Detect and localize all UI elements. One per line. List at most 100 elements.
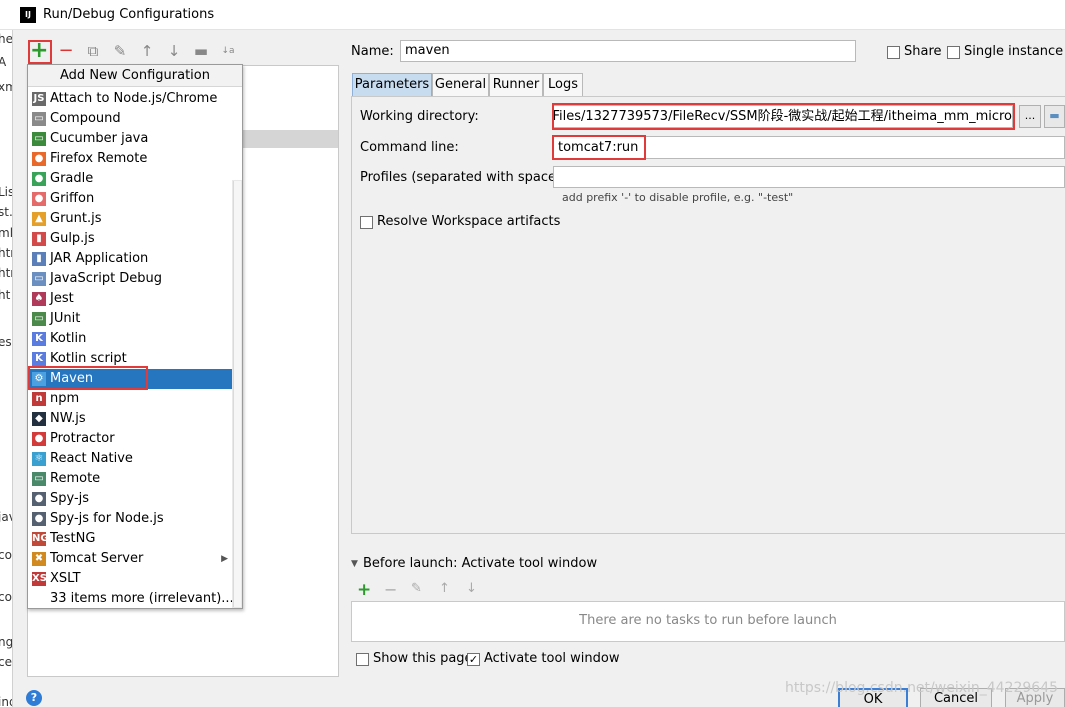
before-launch-task-list[interactable]: There are no tasks to run before launch: [351, 601, 1065, 642]
popup-item-label: Kotlin: [50, 331, 87, 346]
popup-item-firefox-remote[interactable]: ● Firefox Remote: [28, 149, 232, 169]
config-type-icon: NG: [32, 532, 49, 546]
popup-item-label: Gulp.js: [50, 231, 95, 246]
strip-text-fragment: hei: [0, 32, 13, 46]
name-input[interactable]: maven: [400, 40, 856, 62]
strip-text-fragment: eso: [0, 335, 12, 349]
task-down-icon[interactable]: ↓: [466, 581, 477, 596]
working-directory-highlight-box: [552, 103, 1015, 130]
popup-item-grunt-js[interactable]: ▲ Grunt.js: [28, 209, 232, 229]
popup-item-label: TestNG: [50, 531, 96, 546]
show-page-checkbox[interactable]: [356, 653, 369, 666]
config-type-icon: ▭: [32, 472, 46, 486]
profiles-input[interactable]: [553, 166, 1065, 188]
collapse-arrow-icon[interactable]: ▼: [351, 559, 358, 569]
popup-item-jar-application[interactable]: ▮ JAR Application: [28, 249, 232, 269]
config-type-icon: ▲: [32, 212, 46, 226]
config-type-icon: ●: [32, 492, 46, 506]
edit-task-icon[interactable]: ✎: [411, 581, 422, 596]
add-task-icon[interactable]: +: [357, 580, 371, 600]
popup-item-nw-js[interactable]: ◆ NW.js: [28, 409, 232, 429]
activate-tool-checkbox[interactable]: ✓: [467, 653, 480, 666]
config-type-icon: ●: [32, 512, 46, 526]
popup-item-gradle[interactable]: ● Gradle: [28, 169, 232, 189]
popup-item-spy-js-for-node-js[interactable]: ● Spy-js for Node.js: [28, 509, 232, 529]
config-type-icon: ◆: [32, 412, 46, 426]
tab-logs[interactable]: Logs: [543, 73, 583, 96]
help-icon[interactable]: ?: [26, 690, 42, 706]
strip-text-fragment: htm: [0, 266, 12, 280]
add-configuration-button[interactable]: +: [28, 40, 52, 64]
task-up-icon[interactable]: ↑: [439, 581, 450, 596]
copy-icon[interactable]: ⧉: [83, 41, 103, 61]
popup-item-protractor[interactable]: ● Protractor: [28, 429, 232, 449]
single-instance-checkbox[interactable]: [947, 46, 960, 59]
popup-item-griffon[interactable]: ● Griffon: [28, 189, 232, 209]
popup-item-label: JAR Application: [50, 251, 149, 266]
popup-item-label: Jest: [50, 291, 74, 306]
config-type-icon: ▭: [32, 272, 46, 286]
config-type-icon: JS: [32, 92, 46, 106]
config-type-icon: K: [32, 332, 46, 346]
command-line-highlight-box: [552, 135, 646, 160]
popup-item-label: NW.js: [50, 411, 86, 426]
popup-item-javascript-debug[interactable]: ▭ JavaScript Debug: [28, 269, 232, 289]
popup-item-gulp-js[interactable]: ▮ Gulp.js: [28, 229, 232, 249]
popup-item-testng[interactable]: NG TestNG: [28, 529, 232, 549]
popup-item-remote[interactable]: ▭ Remote: [28, 469, 232, 489]
strip-text-fragment: ce: [0, 655, 12, 669]
share-checkbox[interactable]: [887, 46, 900, 59]
move-down-icon[interactable]: ↓: [164, 41, 184, 61]
popup-list[interactable]: JS Attach to Node.js/Chrome ▭ Compound ▭ Cucu…: [28, 89, 242, 609]
maven-highlight-box: [28, 366, 148, 390]
folder-browse-icon[interactable]: ▬: [1044, 105, 1065, 128]
config-type-icon: ▭: [32, 132, 46, 146]
add-new-configuration-popup[interactable]: Add New Configuration JS Attach to Node.j…: [27, 64, 243, 609]
remove-button[interactable]: −: [56, 41, 76, 61]
popup-item-tomcat-server[interactable]: ✖ Tomcat Server ▶: [28, 549, 232, 569]
resolve-workspace-checkbox[interactable]: [360, 216, 373, 229]
popup-item-kotlin[interactable]: K Kotlin: [28, 329, 232, 349]
popup-scrollbar-thumb[interactable]: [233, 181, 241, 607]
sort-icon[interactable]: ↓a z: [218, 41, 238, 76]
popup-item-label: Spy-js for Node.js: [50, 511, 164, 526]
tab-runner[interactable]: Runner: [489, 73, 543, 96]
popup-item-label: Firefox Remote: [50, 151, 148, 166]
edit-defaults-icon[interactable]: ✎: [110, 41, 130, 61]
watermark: https://blog.csdn.net/weixin_44229645: [785, 680, 1059, 696]
tab-parameters[interactable]: Parameters: [352, 73, 432, 96]
popup-item-spy-js[interactable]: ● Spy-js: [28, 489, 232, 509]
remove-task-icon[interactable]: −: [384, 580, 397, 599]
config-type-icon: ▭: [32, 112, 46, 126]
share-label: Share: [904, 44, 942, 59]
popup-item-label: React Native: [50, 451, 133, 466]
popup-item-react-native[interactable]: ⚛ React Native: [28, 449, 232, 469]
command-line-label: Command line:: [360, 140, 459, 155]
strip-text-fragment: java: [0, 510, 12, 524]
config-type-icon: n: [32, 392, 46, 406]
popup-item-33-items-more-irrelevant[interactable]: 33 items more (irrelevant)...: [28, 589, 234, 609]
intellij-app-icon: IJ: [20, 7, 36, 23]
popup-item-jest[interactable]: ♠ Jest: [28, 289, 232, 309]
popup-item-label: Cucumber java: [50, 131, 149, 146]
popup-item-cucumber-java[interactable]: ▭ Cucumber java: [28, 129, 232, 149]
tab-general[interactable]: General: [432, 73, 489, 96]
tree-selected-row[interactable]: [243, 130, 338, 148]
popup-item-compound[interactable]: ▭ Compound: [28, 109, 232, 129]
popup-header: Add New Configuration: [28, 65, 242, 87]
popup-item-xslt[interactable]: XS XSLT: [28, 569, 232, 589]
popup-item-label: Grunt.js: [50, 211, 102, 226]
popup-item-junit[interactable]: ▭ JUnit: [28, 309, 232, 329]
config-type-icon: XS: [32, 572, 47, 586]
folder-icon[interactable]: ▬: [191, 41, 211, 61]
strip-text-fragment: A: [0, 55, 6, 69]
name-label: Name:: [351, 44, 394, 59]
config-type-icon: ✖: [32, 552, 46, 566]
popup-item-attach-to-node-js-chrome[interactable]: JS Attach to Node.js/Chrome: [28, 89, 232, 109]
popup-item-npm[interactable]: n npm: [28, 389, 232, 409]
browse-button[interactable]: ...: [1019, 105, 1041, 128]
config-type-icon: K: [32, 352, 46, 366]
move-up-icon[interactable]: ↑: [137, 41, 157, 61]
config-type-icon: ●: [32, 192, 46, 206]
config-type-icon: ♠: [32, 292, 46, 306]
